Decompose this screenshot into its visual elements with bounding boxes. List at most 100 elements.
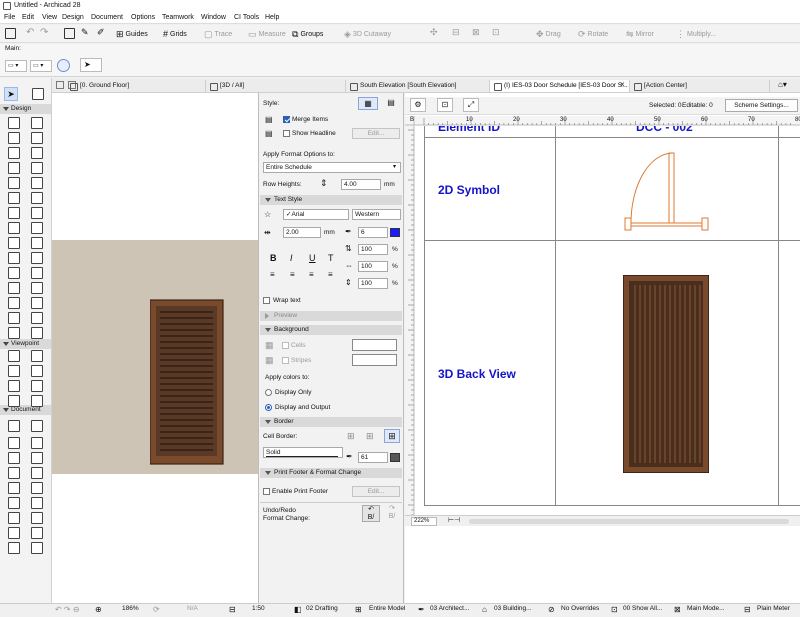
border-pen-color-swatch[interactable] bbox=[390, 453, 400, 462]
background-header[interactable]: Background bbox=[260, 325, 402, 335]
section-design[interactable]: Design bbox=[0, 104, 51, 114]
tool-icon[interactable] bbox=[8, 282, 20, 294]
stripes-color-field[interactable] bbox=[352, 354, 397, 366]
trace-button[interactable]: ▢ Trace bbox=[204, 27, 232, 41]
apply-format-dropdown[interactable]: Entire Schedule bbox=[263, 162, 401, 173]
tool-icon[interactable] bbox=[31, 542, 43, 554]
grids-button[interactable]: # Grids bbox=[163, 27, 187, 41]
preview-header[interactable]: Preview bbox=[260, 311, 402, 321]
tool-icon[interactable] bbox=[31, 117, 43, 129]
menu-options[interactable]: Options bbox=[131, 14, 155, 21]
tool-icon[interactable] bbox=[31, 252, 43, 264]
menu-document[interactable]: Document bbox=[91, 14, 123, 21]
eyedropper-icon[interactable]: ✎ bbox=[81, 27, 89, 38]
pointer-dropdown[interactable]: ➤ bbox=[80, 58, 102, 72]
style-list-icon[interactable]: ▤ bbox=[381, 97, 401, 110]
bold-button[interactable]: B bbox=[270, 253, 277, 263]
stripes-checkbox[interactable] bbox=[282, 357, 289, 364]
horizontal-scrollbar[interactable] bbox=[469, 519, 789, 524]
headline-edit-button[interactable]: Edit... bbox=[352, 128, 400, 139]
merge-items-checkbox[interactable] bbox=[283, 116, 290, 123]
border-none-icon[interactable]: ⊞ bbox=[347, 431, 355, 442]
align-center-icon[interactable]: ≡ bbox=[290, 270, 295, 279]
tab-close-icon[interactable]: × bbox=[620, 80, 625, 89]
tool-icon[interactable] bbox=[8, 147, 20, 159]
tool-icon[interactable] bbox=[8, 380, 20, 392]
fit-width-icon[interactable]: ⊢⊣ bbox=[448, 516, 460, 524]
tool-icon[interactable] bbox=[8, 327, 20, 339]
redo-icon[interactable]: ↷ bbox=[40, 27, 48, 38]
tab-ground-floor[interactable]: [0. Ground Floor] bbox=[66, 80, 206, 92]
tool-icon[interactable] bbox=[31, 482, 43, 494]
tool-icon[interactable] bbox=[8, 297, 20, 309]
tool-icon[interactable] bbox=[8, 437, 20, 449]
tool-icon[interactable] bbox=[31, 237, 43, 249]
mirror-button[interactable]: ⇋ Mirror bbox=[626, 27, 654, 41]
tool-icon[interactable] bbox=[31, 395, 43, 407]
schedule-zoom-icon[interactable]: ⤢ bbox=[463, 98, 479, 112]
tool-icon[interactable] bbox=[8, 162, 20, 174]
print-footer-edit-button[interactable]: Edit... bbox=[352, 486, 400, 497]
tool-icon[interactable] bbox=[8, 237, 20, 249]
tool-icon[interactable] bbox=[31, 222, 43, 234]
menu-teamwork[interactable]: Teamwork bbox=[162, 14, 194, 21]
text-pen-color-swatch[interactable] bbox=[390, 228, 400, 237]
drag-button[interactable]: ✥ Drag bbox=[536, 27, 561, 41]
tool-icon[interactable] bbox=[31, 312, 43, 324]
tool-icon[interactable] bbox=[31, 437, 43, 449]
tool-icon[interactable] bbox=[31, 512, 43, 524]
status-main-model[interactable]: Main Mode... bbox=[687, 605, 725, 612]
scheme-settings-button[interactable]: Scheme Settings... bbox=[725, 99, 798, 112]
underline-button[interactable]: U bbox=[309, 253, 316, 263]
status-zoom[interactable]: 186% bbox=[122, 605, 139, 612]
tool-icon[interactable] bbox=[8, 527, 20, 539]
cells-color-field[interactable] bbox=[352, 339, 397, 351]
tool-icon[interactable] bbox=[8, 482, 20, 494]
tool-icon[interactable] bbox=[31, 365, 43, 377]
tool-icon[interactable] bbox=[8, 365, 20, 377]
border-outer-icon[interactable]: ⊞ bbox=[366, 431, 374, 442]
marquee-tool-icon[interactable] bbox=[32, 88, 44, 100]
text-pen-input[interactable]: 6 bbox=[358, 227, 388, 238]
status-building[interactable]: 03 Building... bbox=[494, 605, 532, 612]
tool-icon[interactable] bbox=[31, 147, 43, 159]
tool-icon[interactable] bbox=[8, 312, 20, 324]
border-all-icon[interactable]: ⊞ bbox=[384, 429, 400, 443]
display-output-radio[interactable] bbox=[265, 404, 272, 411]
tool-icon[interactable] bbox=[31, 297, 43, 309]
align-left-icon[interactable]: ≡ bbox=[270, 270, 275, 279]
section-viewpoint[interactable]: Viewpoint bbox=[0, 339, 51, 349]
arrow-method-dropdown[interactable]: ▭ ▾ bbox=[30, 60, 52, 72]
groups-button[interactable]: ⧉ Groups bbox=[292, 27, 323, 41]
schedule-settings-icon[interactable]: ⚙ bbox=[410, 98, 426, 112]
tool-icon[interactable] bbox=[8, 177, 20, 189]
row-heights-input[interactable]: 4.00 bbox=[341, 179, 381, 190]
zoom-in-icon[interactable]: ⊕ bbox=[95, 605, 102, 614]
script-dropdown[interactable]: Western bbox=[352, 209, 401, 220]
tool-icon[interactable] bbox=[8, 117, 20, 129]
view-options-icon[interactable]: ⌂▾ bbox=[778, 80, 787, 89]
menu-ci-tools[interactable]: CI Tools bbox=[234, 14, 259, 21]
tool-icon[interactable] bbox=[31, 162, 43, 174]
tab-door-schedule[interactable]: (I) IES-03 Door Schedule [IES-03 Door S.… bbox=[490, 80, 630, 92]
status-pen-set[interactable]: 03 Architect... bbox=[430, 605, 469, 612]
schedule-fit-icon[interactable]: ⊡ bbox=[437, 98, 453, 112]
home-icon[interactable] bbox=[5, 28, 16, 39]
font-size-input[interactable]: 2.00 bbox=[283, 227, 321, 238]
tool-icon[interactable] bbox=[31, 452, 43, 464]
syringe-icon[interactable]: ✐ bbox=[97, 27, 105, 38]
show-headline-checkbox[interactable] bbox=[283, 130, 290, 137]
align-icon[interactable]: ⊟ bbox=[452, 27, 460, 38]
tool-icon[interactable] bbox=[31, 420, 43, 432]
tool-icon[interactable] bbox=[8, 252, 20, 264]
status-undo-icon[interactable]: ↶ ↷ ⊖ bbox=[55, 605, 80, 614]
align-right-icon[interactable]: ≡ bbox=[309, 270, 314, 279]
char-spacing-input[interactable]: 100 bbox=[358, 244, 388, 255]
tool-icon[interactable] bbox=[8, 132, 20, 144]
tool-icon[interactable] bbox=[8, 420, 20, 432]
display-only-radio[interactable] bbox=[265, 389, 272, 396]
status-overrides[interactable]: No Overrides bbox=[561, 605, 599, 612]
tool-icon[interactable] bbox=[31, 327, 43, 339]
status-angle[interactable]: N/A bbox=[187, 605, 198, 612]
text-style-header[interactable]: Text Style bbox=[260, 195, 402, 205]
